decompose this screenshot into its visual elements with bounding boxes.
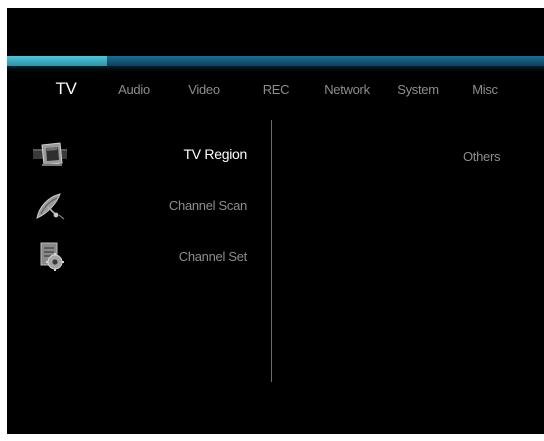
menu-item-channel-set[interactable]: Channel Set [7,242,267,272]
tv-region-icon [33,140,67,170]
tab-bar: TV Audio Video REC Network System Misc [7,79,544,108]
settings-screen: TV Audio Video REC Network System Misc T… [7,8,544,434]
tab-tv[interactable]: TV [55,79,76,99]
bottom-bar [7,406,544,434]
tv-region-value[interactable]: Others [463,149,501,164]
menu-item-label: Channel Scan [168,198,247,213]
menu-item-channel-scan[interactable]: Channel Scan [7,191,267,221]
menu-item-tv-region[interactable]: TV Region [7,140,267,170]
settings-document-icon [33,242,67,272]
menu-item-label: TV Region [183,146,248,162]
panel-divider [271,120,272,382]
tab-misc[interactable]: Misc [472,82,498,97]
satellite-dish-icon [33,191,67,221]
menu-item-label: Channel Set [178,249,248,264]
tab-rec[interactable]: REC [263,82,290,97]
header-shadow [7,66,544,72]
tab-network[interactable]: Network [324,82,370,97]
tab-system[interactable]: System [397,82,439,97]
tab-audio[interactable]: Audio [118,82,150,97]
header-accent [7,56,107,66]
tab-video[interactable]: Video [188,82,220,97]
